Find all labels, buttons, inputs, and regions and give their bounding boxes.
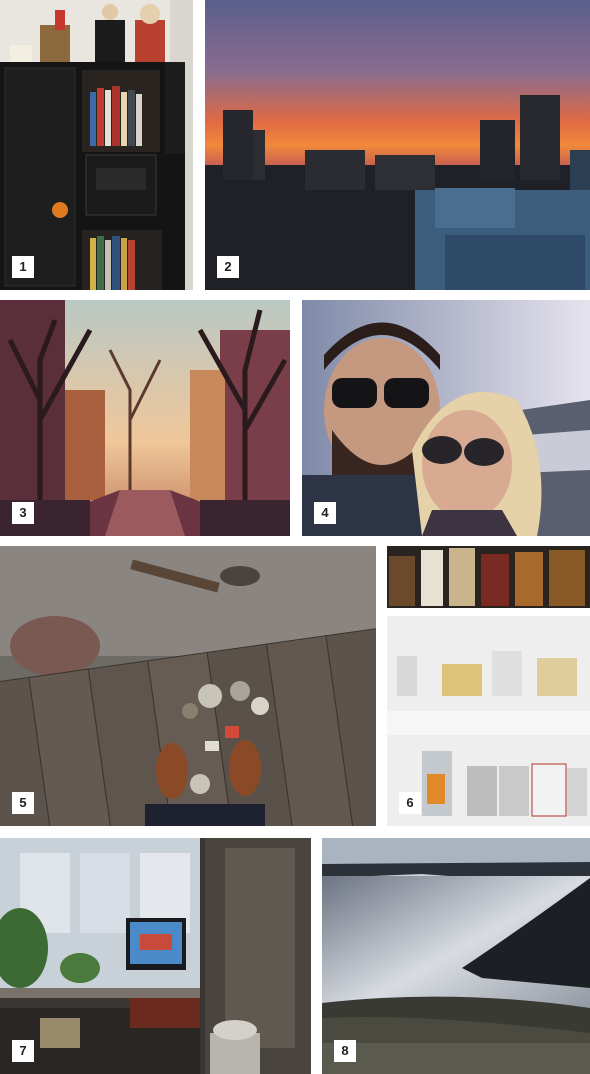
photo-number-badge: 8 [334,1040,356,1062]
shelves-image [387,546,590,826]
cabinet-image [0,0,193,290]
photo-4-couple-selfie: 4 [302,300,590,536]
photo-2-sunset-skyline: 2 [205,0,590,290]
photo-3-tree-lined-street: 3 [0,300,290,536]
photo-number-badge: 7 [12,1040,34,1062]
bay-image [322,838,590,1074]
photo-5-boots-on-dock: 5 [0,546,376,826]
photo-8-coastal-bay: 8 [322,838,590,1074]
photo-7-living-room: 7 [0,838,311,1074]
photo-number-badge: 3 [12,502,34,524]
photo-number-badge: 4 [314,502,336,524]
street-image [0,300,290,536]
photo-number-badge: 1 [12,256,34,278]
sunset-image [205,0,590,290]
photo-6-bar-shelves: 6 [387,546,590,826]
dock-image [0,546,376,826]
selfie-image [302,300,590,536]
photo-1-cabinet: 1 [0,0,193,290]
photo-number-badge: 5 [12,792,34,814]
photo-number-badge: 6 [399,792,421,814]
photo-number-badge: 2 [217,256,239,278]
living-room-image [0,838,311,1074]
